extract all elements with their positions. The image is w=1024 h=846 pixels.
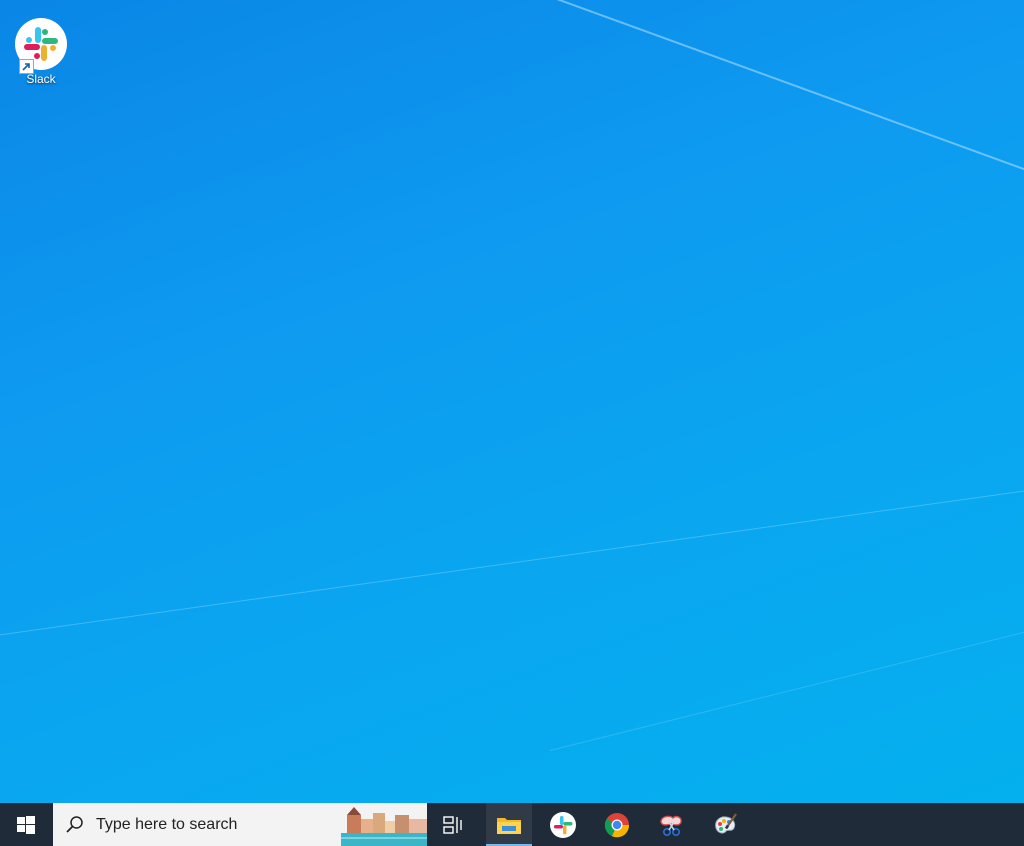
- desktop-wallpaper[interactable]: Slack: [0, 0, 1024, 803]
- windows-logo-icon: [17, 815, 35, 834]
- taskbar-paint-button[interactable]: [702, 803, 748, 846]
- search-placeholder: Type here to search: [96, 816, 238, 833]
- taskbar-snipping-tool-button[interactable]: [648, 803, 694, 846]
- taskbar-search-box[interactable]: Type here to search: [53, 803, 427, 846]
- slack-icon: [15, 18, 67, 74]
- taskbar-slack-button[interactable]: [540, 803, 586, 846]
- search-highlight-image: [341, 803, 427, 846]
- taskbar-file-explorer-button[interactable]: [486, 803, 532, 846]
- wallpaper-light-beam: [0, 479, 1024, 641]
- search-icon: [66, 816, 83, 833]
- shortcut-arrow-icon: [19, 59, 34, 74]
- task-view-button[interactable]: [430, 803, 476, 846]
- slack-icon: [550, 811, 576, 838]
- paint-icon: [715, 812, 737, 833]
- desktop-icon-slack[interactable]: Slack: [10, 14, 72, 86]
- start-button[interactable]: [0, 803, 52, 846]
- taskbar-chrome-button[interactable]: [594, 803, 640, 846]
- taskbar: Type here to search: [0, 803, 1024, 846]
- wallpaper-light-beam: [550, 604, 1024, 751]
- file-explorer-icon: [497, 817, 521, 834]
- chrome-icon: [604, 812, 630, 837]
- task-view-icon: [443, 815, 462, 834]
- snipping-tool-icon: [660, 815, 682, 836]
- wallpaper-light-beam: [479, 0, 1024, 212]
